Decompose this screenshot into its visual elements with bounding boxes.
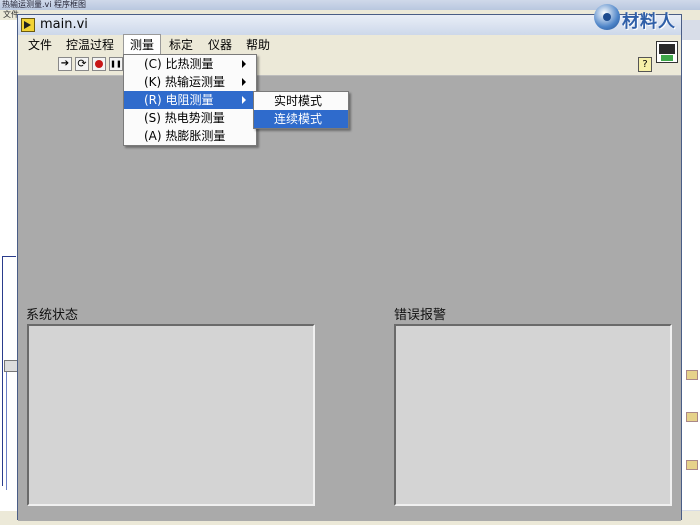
resistance-submenu: 实时模式 连续模式 [253, 91, 349, 129]
menu-item-label: (C) 比热测量 [144, 57, 214, 71]
logo-emblem-icon [594, 4, 620, 30]
submenu-arrow-icon [242, 78, 246, 86]
menu-help[interactable]: 帮助 [240, 35, 276, 55]
help-button[interactable]: ? [638, 57, 652, 72]
diagram-wire [2, 256, 16, 257]
menu-item-resistance[interactable]: (R) 电阻测量 [124, 91, 256, 109]
error-alarm-label: 错误报警 [394, 308, 447, 323]
menu-item-label: (K) 热输运测量 [144, 75, 226, 89]
diagram-node [686, 460, 698, 470]
diagram-node [686, 370, 698, 380]
diagram-node [686, 412, 698, 422]
menu-item-label: 实时模式 [274, 94, 323, 108]
window-title: main.vi [40, 17, 88, 32]
menu-item-thermopower[interactable]: (S) 热电势测量 [124, 109, 256, 127]
diagram-node [4, 360, 18, 372]
background-block-diagram-right [682, 40, 700, 510]
menu-item-label: (R) 电阻测量 [144, 93, 214, 107]
menu-item-label: (A) 热膨胀测量 [144, 129, 226, 143]
site-logo: 材料人 [594, 4, 694, 32]
submenu-arrow-icon [242, 60, 246, 68]
menu-calibrate[interactable]: 标定 [163, 35, 199, 55]
window-titlebar[interactable]: main.vi [18, 15, 681, 36]
labview-vi-icon [21, 18, 35, 32]
menu-item-continuous-mode[interactable]: 连续模式 [254, 110, 348, 128]
submenu-arrow-icon [242, 96, 246, 104]
main-vi-window: main.vi 文件 控温过程 测量 标定 仪器 帮助 ? 系统状态 错误报警 [17, 14, 682, 521]
toolbar [18, 55, 681, 76]
menu-item-label: (S) 热电势测量 [144, 111, 225, 125]
vi-connector-icon [656, 41, 678, 63]
menu-file[interactable]: 文件 [22, 35, 58, 55]
menu-measure[interactable]: 测量 [122, 34, 162, 56]
logo-text: 材料人 [622, 12, 676, 32]
menu-item-specific-heat[interactable]: (C) 比热测量 [124, 55, 256, 73]
front-panel: 系统状态 错误报警 [18, 76, 681, 521]
menu-item-thermal-expansion[interactable]: (A) 热膨胀测量 [124, 127, 256, 145]
run-continuously-icon[interactable] [75, 57, 89, 71]
run-arrow-icon[interactable] [58, 57, 72, 71]
background-block-diagram-left [0, 20, 18, 525]
menu-item-thermal-transport[interactable]: (K) 热输运测量 [124, 73, 256, 91]
system-status-label: 系统状态 [26, 308, 79, 323]
menu-temperature-control[interactable]: 控温过程 [60, 35, 120, 55]
pause-icon[interactable] [109, 57, 123, 71]
diagram-wire [2, 256, 3, 486]
system-status-textbox[interactable] [27, 324, 315, 506]
background-window-title: 热输运测量.vi 程序框图 [2, 0, 87, 9]
measure-dropdown-menu: (C) 比热测量 (K) 热输运测量 (R) 电阻测量 (S) 热电势测量 (A… [123, 54, 257, 146]
menu-item-label: 连续模式 [274, 112, 323, 126]
diagram-wire [6, 360, 7, 490]
menubar: 文件 控温过程 测量 标定 仪器 帮助 [18, 34, 681, 56]
error-alarm-textbox[interactable] [394, 324, 672, 506]
menu-instrument[interactable]: 仪器 [202, 35, 238, 55]
menu-item-realtime-mode[interactable]: 实时模式 [254, 92, 348, 110]
abort-icon[interactable] [92, 57, 106, 71]
